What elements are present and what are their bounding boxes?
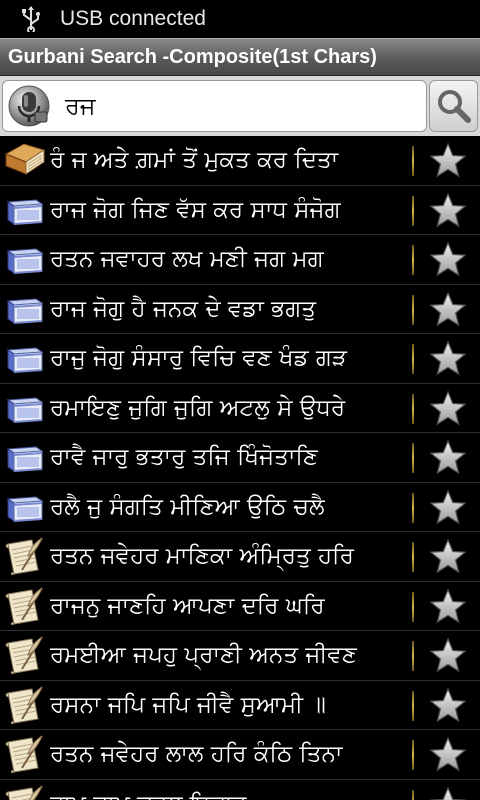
star-icon[interactable] bbox=[428, 290, 468, 330]
scroll-quill-icon bbox=[2, 784, 46, 800]
blue-book-icon bbox=[2, 437, 46, 479]
star-icon[interactable] bbox=[428, 240, 468, 280]
list-item[interactable]: ਰਤਨ ਜਵੇਹਰ ਮਾਣਿਕਾ ਅੰਮ੍ਰਿਤੁ ਹਰਿ bbox=[0, 532, 480, 582]
mic-icon[interactable] bbox=[7, 84, 51, 128]
result-text[interactable]: ਰਾਜ ਜੋਗ ਜਿਣ ਵੱਸ ਕਰ ਸਾਧ ਸੰਜੋਗ bbox=[50, 186, 410, 235]
scroll-quill-icon bbox=[2, 734, 46, 776]
scroll-quill-icon bbox=[2, 536, 46, 578]
list-item[interactable]: ਰਾਜਨੁ ਜਾਣਹਿ ਆਪਣਾ ਦਰਿ ਘਰਿ bbox=[0, 582, 480, 631]
scroll-quill-icon bbox=[2, 685, 46, 727]
row-divider bbox=[412, 690, 414, 721]
search-button[interactable] bbox=[429, 80, 478, 132]
result-text[interactable]: ਰਤਨ ਜਵੇਹਰ ਮਾਣਿਕਾ ਅੰਮ੍ਰਿਤੁ ਹਰਿ bbox=[50, 532, 410, 581]
scroll-quill-icon bbox=[2, 586, 46, 628]
row-divider bbox=[412, 542, 414, 572]
result-text[interactable]: ਰਾਜਨੁ ਜਾਣਹਿ ਆਪਣਾ ਦਰਿ ਘਰਿ bbox=[50, 582, 410, 631]
row-divider bbox=[412, 195, 414, 226]
blue-book-icon bbox=[2, 487, 46, 529]
star-icon[interactable] bbox=[428, 537, 468, 577]
row-divider bbox=[412, 146, 414, 176]
result-text[interactable]: ਰਾਮ ਜਾਪ ਕਵਲ ਇਕਾਰ bbox=[50, 780, 410, 800]
scroll-quill-icon bbox=[2, 635, 46, 677]
list-item[interactable]: ਰਸਨਾ ਜਪਿ ਜਪਿ ਜੀਵੈ ਸੁਆਮੀ ॥ bbox=[0, 681, 480, 730]
result-text[interactable]: ਰਾਜੁ ਜੋਗੁ ਸੰਸਾਰੁ ਵਿਚਿ ਵਣ ਖੰਡ ਗੜ bbox=[50, 334, 410, 383]
list-item[interactable]: ਰਲੈ ਜੁ ਸੰਗਤਿ ਮੀਣਿਆ ਉਠਿ ਚਲੈ bbox=[0, 483, 480, 532]
list-item[interactable]: ਰਾਜੁ ਜੋਗੁ ਸੰਸਾਰੁ ਵਿਚਿ ਵਣ ਖੰਡ ਗੜ bbox=[0, 334, 480, 384]
results-list[interactable]: ਰੰ ਜ ਅਤੇ ਗ਼ਮਾਂ ਤੋਂ ਮੁਕਤ ਕਰ ਦਿਤਾ ਰਾਜ ਜੋਗ … bbox=[0, 136, 480, 800]
brown-book-icon bbox=[2, 140, 46, 182]
star-icon[interactable] bbox=[428, 488, 468, 528]
status-bar: USB connected bbox=[0, 0, 480, 38]
star-icon[interactable] bbox=[428, 339, 468, 379]
list-item[interactable]: ਰਾਜ ਜੋਗ ਜਿਣ ਵੱਸ ਕਰ ਸਾਧ ਸੰਜੋਗ bbox=[0, 186, 480, 235]
title-bar: Gurbani Search -Composite(1st Chars) bbox=[0, 38, 480, 76]
row-divider bbox=[412, 393, 414, 424]
star-icon[interactable] bbox=[428, 636, 468, 676]
list-item[interactable]: ਰੰ ਜ ਅਤੇ ਗ਼ਮਾਂ ਤੋਂ ਮੁਕਤ ਕਰ ਦਿਤਾ bbox=[0, 136, 480, 186]
result-text[interactable]: ਰਤਨ ਜਵੇਹਰ ਲਾਲ ਹਰਿ ਕੰਠਿ ਤਿਨਾ bbox=[50, 730, 410, 779]
star-icon[interactable] bbox=[428, 735, 468, 775]
result-text[interactable]: ਰਮਾਇਣੁ ਜੁਗਿ ਜੁਗਿ ਅਟਲੁ ਸੇ ਉਧਰੇ bbox=[50, 384, 410, 433]
blue-book-icon bbox=[2, 289, 46, 331]
list-item[interactable]: ਰਾਵੈ ਜਾਰੁ ਭਤਾਰੁ ਤਜਿ ਖਿੰਜੋਤਾਣਿ bbox=[0, 433, 480, 483]
row-divider bbox=[412, 740, 414, 770]
result-text[interactable]: ਰਸਨਾ ਜਪਿ ਜਪਿ ਜੀਵੈ ਸੁਆਮੀ ॥ bbox=[50, 681, 410, 730]
list-item[interactable]: ਰਾਮ ਜਾਪ ਕਵਲ ਇਕਾਰ bbox=[0, 780, 480, 800]
star-icon[interactable] bbox=[428, 438, 468, 478]
row-divider bbox=[412, 344, 414, 374]
magnifier-icon bbox=[437, 90, 471, 123]
row-divider bbox=[412, 294, 414, 325]
blue-book-icon bbox=[2, 239, 46, 281]
search-input[interactable]: ਰਜ bbox=[2, 80, 427, 132]
result-text[interactable]: ਰਾਜ ਜੋਗੁ ਹੈ ਜਨਕ ਦੇ ਵਡਾ ਭਗਤੁ bbox=[50, 285, 410, 334]
blue-book-icon bbox=[2, 338, 46, 380]
star-icon[interactable] bbox=[428, 389, 468, 429]
search-row: ਰਜ bbox=[0, 76, 480, 136]
row-divider bbox=[412, 789, 414, 800]
list-item[interactable]: ਰਤਨ ਜਵਾਹਰ ਲਖ ਮਣੀ ਜਗ ਮਗ bbox=[0, 235, 480, 285]
star-icon[interactable] bbox=[428, 785, 468, 800]
row-divider bbox=[412, 591, 414, 622]
star-icon[interactable] bbox=[428, 686, 468, 726]
row-divider bbox=[412, 492, 414, 523]
row-divider bbox=[412, 245, 414, 275]
row-divider bbox=[412, 641, 414, 671]
app-title: Gurbani Search -Composite(1st Chars) bbox=[8, 45, 377, 68]
blue-book-icon bbox=[2, 388, 46, 430]
blue-book-icon bbox=[2, 190, 46, 232]
result-text[interactable]: ਰਤਨ ਜਵਾਹਰ ਲਖ ਮਣੀ ਜਗ ਮਗ bbox=[50, 235, 410, 284]
list-item[interactable]: ਰਮਈਆ ਜਪਹੁ ਪ੍ਰਾਣੀ ਅਨਤ ਜੀਵਣ bbox=[0, 631, 480, 681]
search-query[interactable]: ਰਜ bbox=[65, 92, 96, 120]
status-text: USB connected bbox=[60, 7, 206, 30]
result-text[interactable]: ਰਾਵੈ ਜਾਰੁ ਭਤਾਰੁ ਤਜਿ ਖਿੰਜੋਤਾਣਿ bbox=[50, 433, 410, 482]
star-icon[interactable] bbox=[428, 587, 468, 627]
list-item[interactable]: ਰਾਜ ਜੋਗੁ ਹੈ ਜਨਕ ਦੇ ਵਡਾ ਭਗਤੁ bbox=[0, 285, 480, 334]
result-text[interactable]: ਰੰ ਜ ਅਤੇ ਗ਼ਮਾਂ ਤੋਂ ਮੁਕਤ ਕਰ ਦਿਤਾ bbox=[50, 136, 410, 185]
row-divider bbox=[412, 443, 414, 473]
star-icon[interactable] bbox=[428, 141, 468, 181]
list-item[interactable]: ਰਮਾਇਣੁ ਜੁਗਿ ਜੁਗਿ ਅਟਲੁ ਸੇ ਉਧਰੇ bbox=[0, 384, 480, 433]
result-text[interactable]: ਰਲੈ ਜੁ ਸੰਗਤਿ ਮੀਣਿਆ ਉਠਿ ਚਲੈ bbox=[50, 483, 410, 532]
usb-icon bbox=[22, 6, 40, 32]
list-item[interactable]: ਰਤਨ ਜਵੇਹਰ ਲਾਲ ਹਰਿ ਕੰਠਿ ਤਿਨਾ bbox=[0, 730, 480, 780]
result-text[interactable]: ਰਮਈਆ ਜਪਹੁ ਪ੍ਰਾਣੀ ਅਨਤ ਜੀਵਣ bbox=[50, 631, 410, 680]
star-icon[interactable] bbox=[428, 191, 468, 231]
